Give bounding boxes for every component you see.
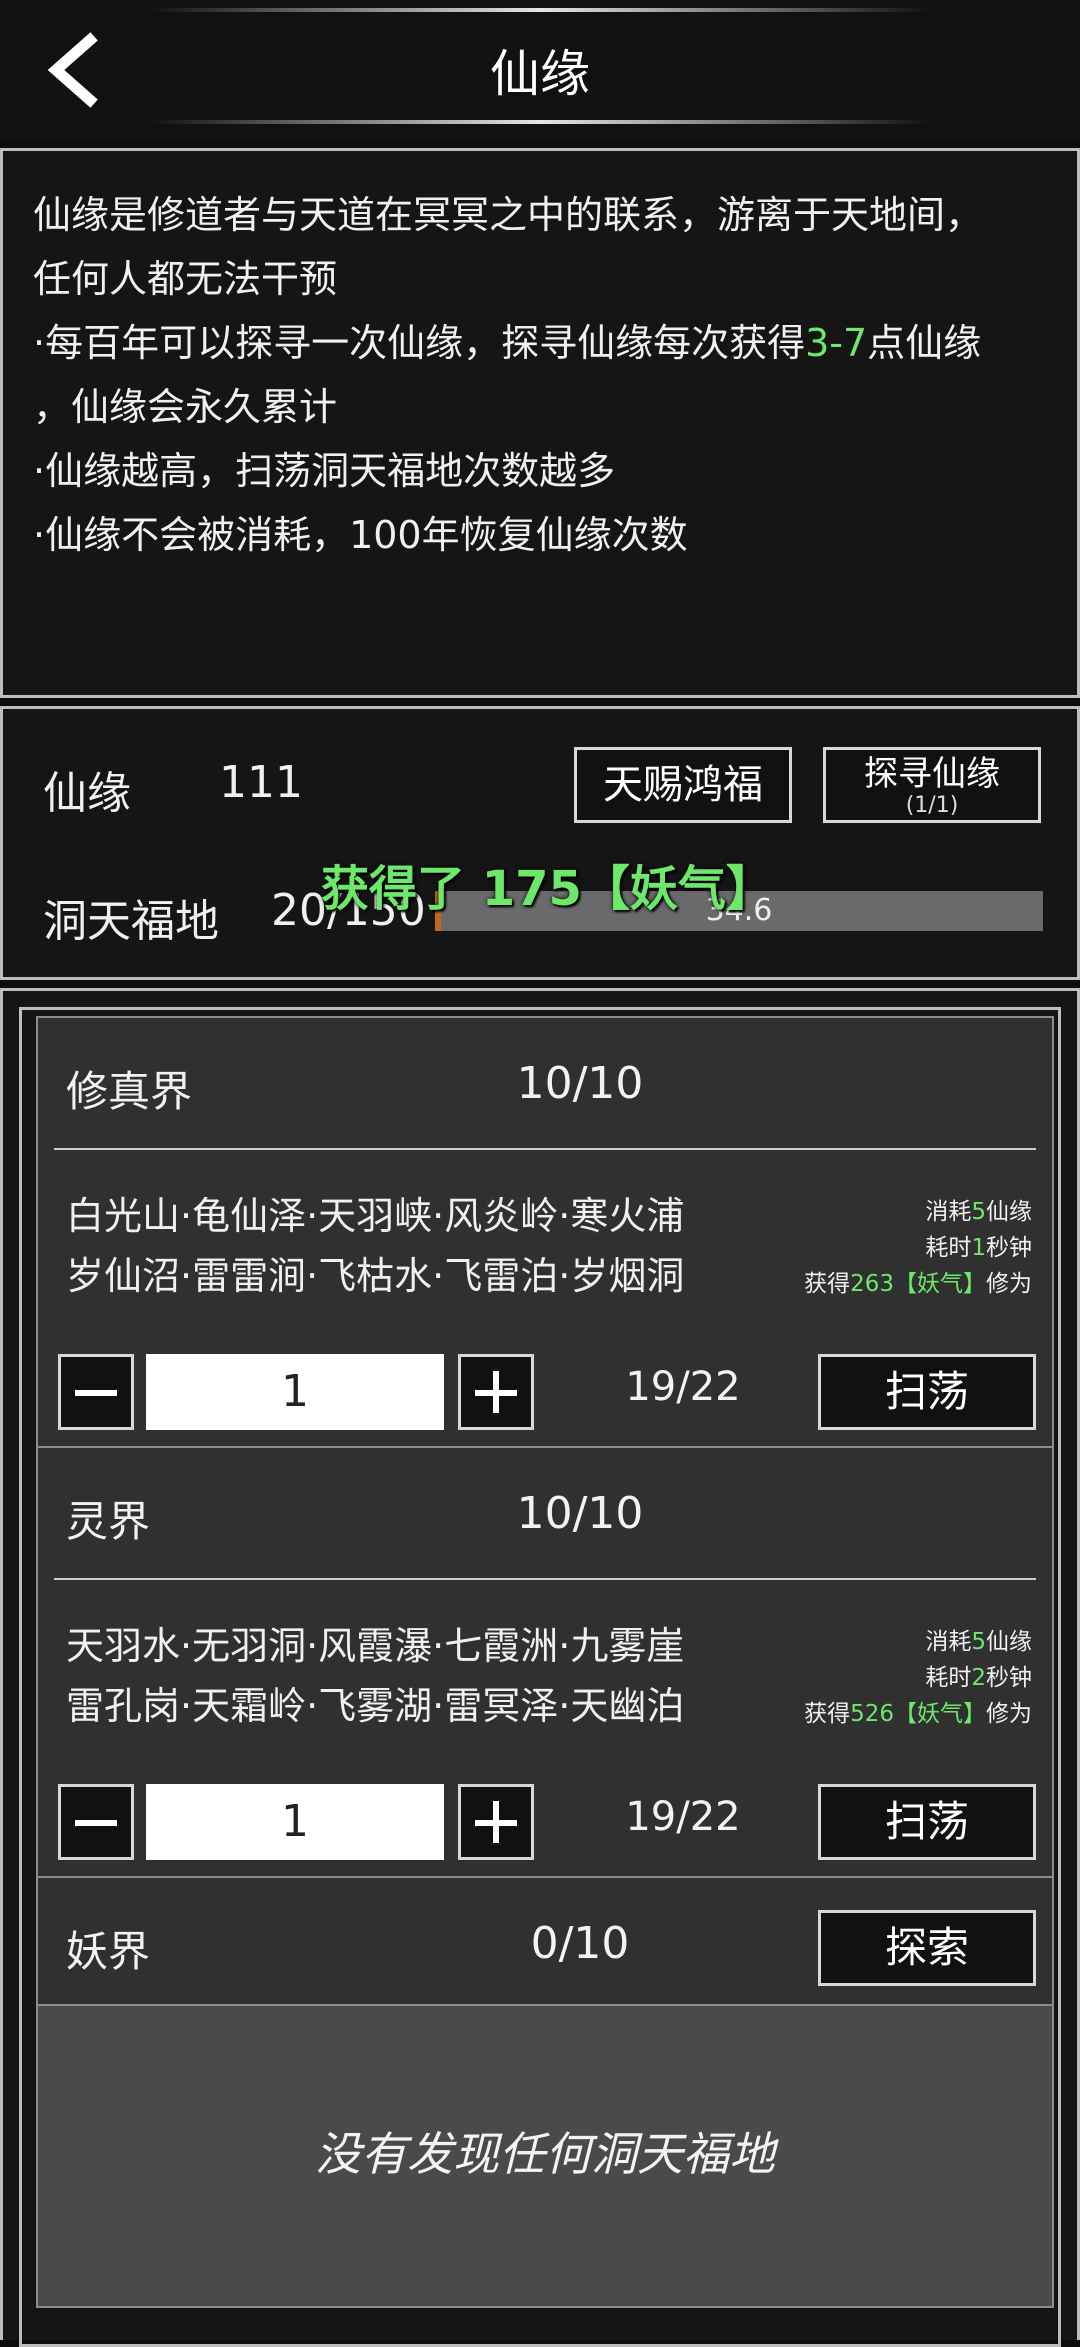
tianci-button[interactable]: 天赐鸿福: [574, 747, 792, 823]
reward-toast: 获得了 175【妖气】: [321, 861, 774, 917]
xianyuan-value: 111: [219, 757, 303, 808]
dongtian-label: 洞天福地: [43, 896, 219, 947]
realm-count: 10/10: [516, 1058, 644, 1109]
realm-costs: 消耗5仙缘 耗时1秒钟 获得263【妖气】修为: [804, 1199, 1032, 1297]
realm-places: 白光山·龟仙泽·天羽峡·风炎岭·寒火浦 岁仙沼·雷雷涧·飞枯水·飞雷泊·岁烟洞: [66, 1194, 685, 1298]
realm-card-yao: 妖界 0/10 探索 没有发现任何洞天福地: [36, 1876, 1054, 2308]
explore-xianyuan-count: (1/1): [905, 793, 959, 818]
status-panel: 仙缘 111 天赐鸿福 探寻仙缘 (1/1) 洞天福地 20/150 34.6 …: [0, 706, 1080, 980]
explore-xianyuan-button[interactable]: 探寻仙缘 (1/1): [823, 747, 1041, 823]
minus-icon[interactable]: [58, 1354, 134, 1430]
realm-card-ling: 灵界 10/10 天羽水·无羽洞·风霞瀑·七霞洲·九雾崖 雷孔岗·天霜岭·飞雾湖…: [36, 1446, 1054, 1878]
plus-icon[interactable]: [458, 1354, 534, 1430]
page-title: 仙缘: [490, 45, 590, 103]
top-bar: 仙缘: [0, 0, 1080, 140]
realms-panel: 修真界 10/10 白光山·龟仙泽·天羽峡·风炎岭·寒火浦 岁仙沼·雷雷涧·飞枯…: [0, 988, 1080, 2347]
divider: [54, 1148, 1036, 1150]
plus-icon[interactable]: [458, 1784, 534, 1860]
description-line: ·仙缘越高，扫荡洞天福地次数越多: [33, 449, 616, 493]
divider: [54, 1578, 1036, 1580]
realm-count: 0/10: [530, 1918, 630, 1969]
minus-icon[interactable]: [58, 1784, 134, 1860]
description-line: ·仙缘不会被消耗，100年恢复仙缘次数: [33, 513, 688, 557]
explore-button[interactable]: 探索: [818, 1910, 1036, 1986]
description-line: ·每百年可以探寻一次仙缘，探寻仙缘每次获得3-7点仙缘: [33, 321, 982, 365]
highlight-range: 3-7: [805, 321, 868, 365]
empty-state: 没有发现任何洞天福地: [38, 2004, 1052, 2306]
sweep-button[interactable]: 扫荡: [818, 1354, 1036, 1430]
realm-name: 修真界: [66, 1067, 193, 1116]
description-line: ，仙缘会永久累计: [33, 385, 338, 429]
realm-costs: 消耗5仙缘 耗时2秒钟 获得526【妖气】修为: [804, 1629, 1032, 1727]
header-ornament-bottom: [150, 120, 930, 124]
realm-count: 10/10: [516, 1488, 644, 1539]
realm-card-xiuzhen: 修真界 10/10 白光山·龟仙泽·天羽峡·风炎岭·寒火浦 岁仙沼·雷雷涧·飞枯…: [36, 1016, 1054, 1448]
empty-state-text: 没有发现任何洞天福地: [315, 2127, 775, 2181]
quantity-input[interactable]: 1: [146, 1354, 444, 1430]
xianyuan-label: 仙缘: [43, 768, 131, 819]
description-line: 仙缘是修道者与天道在冥冥之中的联系，游离于天地间，: [33, 193, 984, 237]
sweep-attempts: 19/22: [625, 1364, 741, 1410]
quantity-input[interactable]: 1: [146, 1784, 444, 1860]
sweep-attempts: 19/22: [625, 1794, 741, 1840]
description-panel: 仙缘是修道者与天道在冥冥之中的联系，游离于天地间， 任何人都无法干预 ·每百年可…: [0, 148, 1080, 698]
realm-name: 妖界: [66, 1927, 151, 1976]
header-ornament-top: [150, 8, 930, 12]
realm-places: 天羽水·无羽洞·风霞瀑·七霞洲·九雾崖 雷孔岗·天霜岭·飞雾湖·雷冥泽·天幽泊: [66, 1624, 685, 1728]
sweep-button[interactable]: 扫荡: [818, 1784, 1036, 1860]
explore-xianyuan-label: 探寻仙缘: [864, 754, 1000, 794]
realm-name: 灵界: [66, 1497, 151, 1546]
description-line: 任何人都无法干预: [33, 257, 338, 301]
realms-list: 修真界 10/10 白光山·龟仙泽·天羽峡·风炎岭·寒火浦 岁仙沼·雷雷涧·飞枯…: [19, 1007, 1061, 2347]
